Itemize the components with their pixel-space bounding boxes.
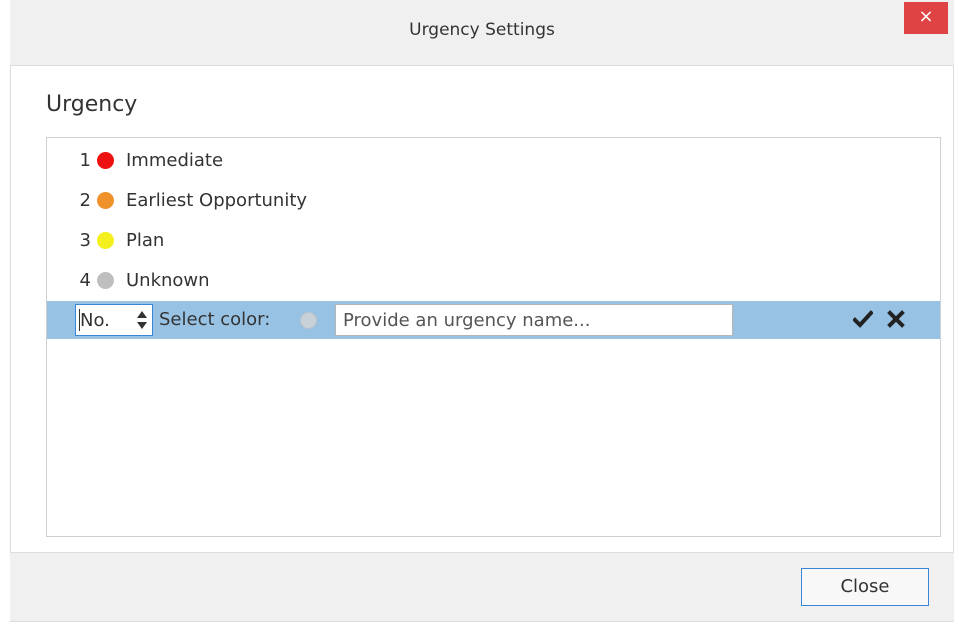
urgency-number: 3 xyxy=(79,229,91,251)
urgency-color-dot xyxy=(97,271,114,289)
urgency-number: 4 xyxy=(79,269,91,291)
close-button[interactable]: Close xyxy=(801,568,929,606)
close-icon[interactable] xyxy=(886,309,906,329)
urgency-list-item[interactable]: 1 Immediate xyxy=(47,140,940,180)
checkmark-icon[interactable] xyxy=(853,309,873,329)
urgency-number: 2 xyxy=(79,189,91,211)
number-placeholder: No. xyxy=(80,310,110,331)
urgency-color-dot xyxy=(97,151,114,169)
urgency-list-item[interactable]: 3 Plan xyxy=(47,220,940,260)
window-close-button[interactable]: × xyxy=(904,2,948,34)
urgency-number: 1 xyxy=(79,149,91,171)
urgency-label: Earliest Opportunity xyxy=(126,189,308,211)
new-urgency-row: No. Select color: Provide an urgency nam… xyxy=(47,301,940,339)
color-picker-dot[interactable] xyxy=(300,312,317,329)
title-bar: Urgency Settings × xyxy=(10,0,954,66)
urgency-color-dot xyxy=(97,231,114,249)
spinner-arrows-icon[interactable] xyxy=(136,310,148,330)
section-heading: Urgency xyxy=(46,92,138,117)
urgency-list-item[interactable]: 2 Earliest Opportunity xyxy=(47,180,940,220)
number-stepper[interactable]: No. xyxy=(75,304,153,336)
urgency-label: Plan xyxy=(126,229,165,251)
urgency-color-dot xyxy=(97,191,114,209)
window-title: Urgency Settings xyxy=(409,20,555,40)
urgency-name-input[interactable]: Provide an urgency name... xyxy=(335,304,733,336)
urgency-list-item[interactable]: 4 Unknown xyxy=(47,260,940,300)
urgency-label: Unknown xyxy=(126,269,210,291)
urgency-label: Immediate xyxy=(126,149,224,171)
urgency-list: 1 Immediate 2 Earliest Opportunity 3 Plan 4 Unk… xyxy=(46,137,941,537)
urgency-settings-dialog: Urgency Settings × Urgency 1 Immediate 2 Ea… xyxy=(0,0,959,637)
select-color-label: Select color: xyxy=(159,309,271,330)
